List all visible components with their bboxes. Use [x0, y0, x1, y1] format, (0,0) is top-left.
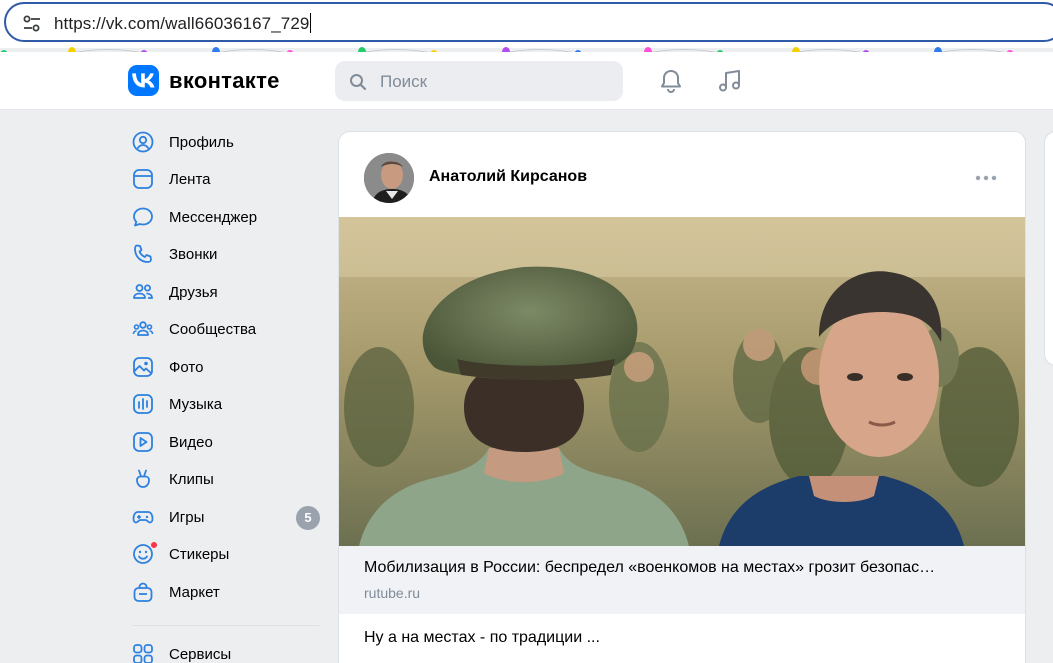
author-name[interactable]: Анатолий Кирсанов: [429, 168, 587, 186]
sidebar-item-label: Музыка: [169, 396, 223, 413]
bell-icon[interactable]: [658, 68, 684, 94]
friends-icon: [133, 284, 153, 299]
profile-icon: [132, 131, 154, 153]
vk-brand-name[interactable]: вконтакте: [169, 68, 280, 94]
sidebar-item-market[interactable]: Маркет: [128, 575, 323, 609]
url-text: https://vk.com/wall66036167_729: [54, 14, 310, 33]
search-icon: [350, 74, 367, 91]
sidebar-item-label: Стикеры: [169, 546, 230, 563]
sidebar-item-profile[interactable]: Профиль: [128, 125, 323, 159]
clips-icon: [136, 469, 150, 488]
link-title[interactable]: Мобилизация в России: беспредел «военком…: [364, 559, 935, 577]
notification-dot: [150, 541, 158, 549]
music-icon: [133, 394, 153, 414]
sidebar-item-label: Маркет: [169, 584, 220, 601]
sidebar-item-label: Сообщества: [169, 321, 257, 338]
search-input[interactable]: Поиск: [335, 61, 623, 101]
communities-icon: [132, 321, 154, 336]
sidebar-item-label: Друзья: [169, 284, 218, 301]
services-icon: [133, 644, 153, 663]
text-caret: [310, 13, 312, 33]
site-settings-icon[interactable]: [22, 15, 42, 33]
feed-icon: [133, 169, 153, 189]
link-domain: rutube.ru: [364, 585, 421, 601]
browser-address-bar: https://vk.com/wall66036167_729: [0, 0, 1053, 48]
author-avatar[interactable]: [364, 153, 414, 203]
search-placeholder: Поиск: [380, 72, 428, 91]
wall-post: Анатолий Кирсанов Мобилизация в России: …: [338, 131, 1026, 663]
sidebar-item-label: Звонки: [169, 246, 218, 263]
link-attachment[interactable]: Мобилизация в России: беспредел «военком…: [339, 546, 1025, 614]
right-panel-card: [1044, 131, 1053, 366]
games-badge: 5: [296, 506, 320, 530]
vk-header: вконтакте Поиск: [0, 52, 1053, 110]
video-icon: [133, 432, 153, 452]
sidebar-item-clips[interactable]: Клипы: [128, 462, 323, 496]
sidebar-item-label: Видео: [169, 434, 213, 451]
sidebar-item-feed[interactable]: Лента: [128, 162, 323, 196]
sidebar-divider: [132, 625, 319, 626]
post-text: Ну а на местах - по традиции ...: [364, 629, 600, 646]
sidebar-item-label: Профиль: [169, 134, 234, 151]
sidebar-item-photo[interactable]: Фото: [128, 350, 323, 384]
sidebar-item-label: Лента: [169, 171, 211, 188]
sidebar-item-communities[interactable]: Сообщества: [128, 312, 323, 346]
vk-logo-icon[interactable]: [128, 65, 159, 96]
more-options-icon[interactable]: [975, 174, 997, 182]
games-icon: [132, 511, 154, 524]
phone-icon: [134, 244, 152, 263]
post-preview-image[interactable]: [339, 217, 1025, 546]
sidebar-item-label: Мессенджер: [169, 209, 258, 226]
sidebar-item-games[interactable]: Игры 5: [128, 500, 323, 534]
sidebar-item-friends[interactable]: Друзья: [128, 275, 323, 309]
sidebar-item-music[interactable]: Музыка: [128, 387, 323, 421]
sidebar-item-label: Фото: [169, 359, 204, 376]
url-field[interactable]: https://vk.com/wall66036167_729: [4, 2, 1053, 42]
sidebar-item-label: Сервисы: [169, 646, 232, 663]
sidebar-item-services[interactable]: Сервисы: [128, 637, 323, 663]
sidebar-item-messenger[interactable]: Мессенджер: [128, 200, 323, 234]
sidebar-item-video[interactable]: Видео: [128, 425, 323, 459]
messenger-icon: [133, 207, 153, 227]
music-icon[interactable]: [717, 68, 743, 94]
sidebar-item-label: Клипы: [169, 471, 214, 488]
sidebar-item-calls[interactable]: Звонки: [128, 237, 323, 271]
photo-icon: [133, 357, 153, 377]
sidebar-item-stickers[interactable]: Стикеры: [128, 537, 323, 571]
sidebar-item-label: Игры: [169, 509, 205, 526]
market-icon: [133, 582, 153, 602]
